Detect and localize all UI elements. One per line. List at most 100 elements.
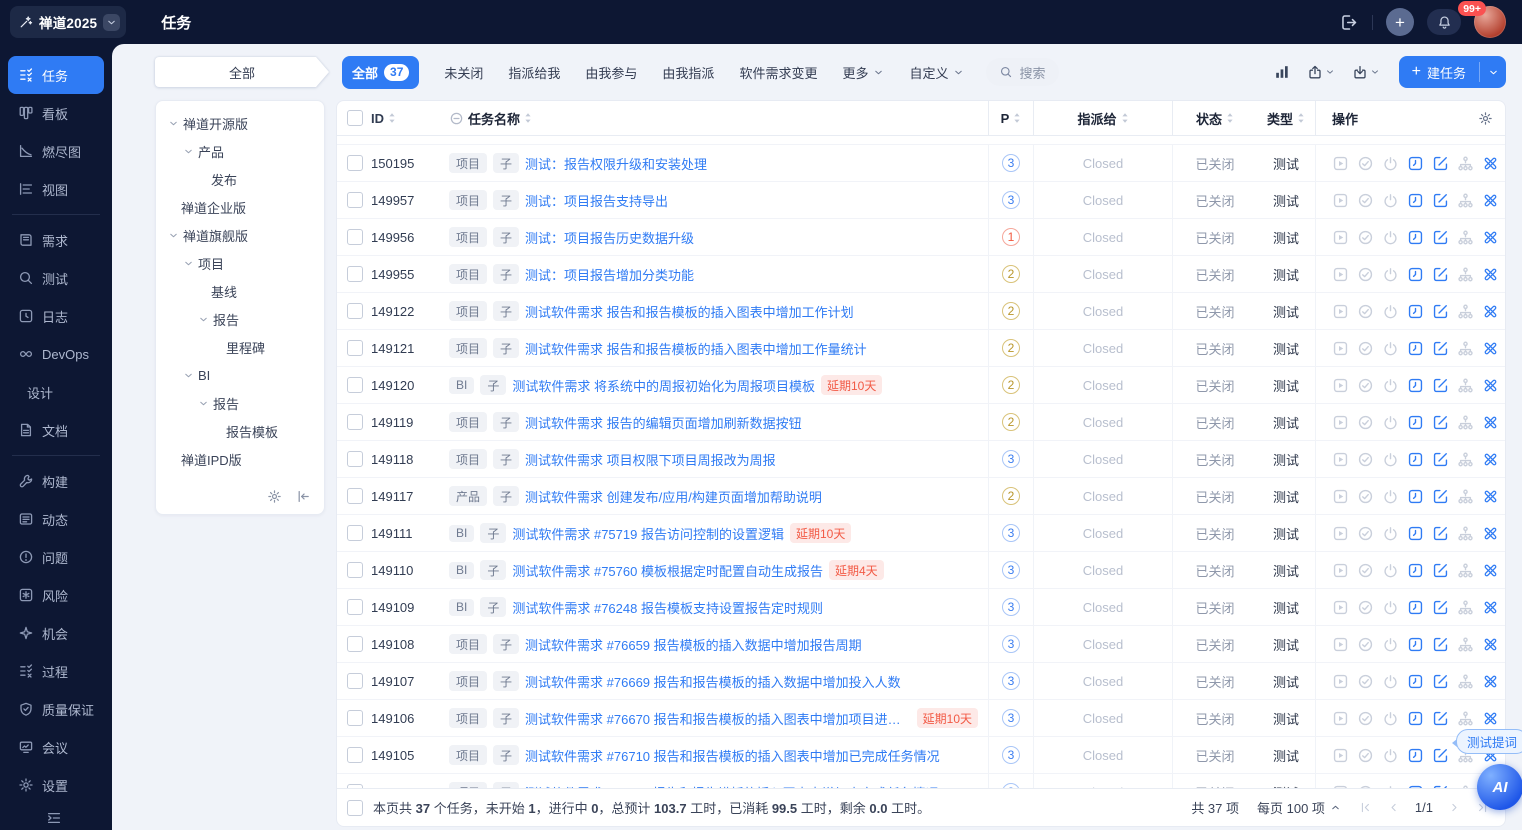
task-name-link[interactable]: 测试软件需求 #76248 报告模板支持设置报告定时规则	[512, 598, 823, 617]
export-button[interactable]	[1307, 64, 1335, 80]
table-row[interactable]: 149121 项目 子 测试软件需求 报告和报告模板的插入图表中增加工作量统计 …	[337, 330, 1505, 367]
task-name-link[interactable]: 测试：项目报告历史数据升级	[525, 228, 694, 247]
crossed-tools-icon[interactable]	[1482, 488, 1499, 505]
log-effort-icon[interactable]	[1407, 377, 1424, 394]
log-effort-icon[interactable]	[1407, 229, 1424, 246]
task-name-link[interactable]: 测试软件需求 #75719 报告访问控制的设置逻辑	[512, 524, 784, 543]
tree-item[interactable]: BI	[156, 361, 324, 389]
close-task-icon[interactable]	[1382, 229, 1399, 246]
notifications-button[interactable]	[1427, 9, 1461, 35]
row-checkbox[interactable]	[347, 192, 363, 208]
global-add-button[interactable]: +	[1386, 8, 1414, 36]
edit-task-icon[interactable]	[1432, 155, 1449, 172]
sidebar-item-issue[interactable]: 问题	[0, 538, 112, 576]
task-name-link[interactable]: 测试：报告权限升级和安装处理	[525, 154, 707, 173]
finish-task-icon[interactable]	[1357, 451, 1374, 468]
sidebar-item-story[interactable]: 需求	[0, 221, 112, 259]
start-task-icon[interactable]	[1332, 451, 1349, 468]
tree-item[interactable]: 里程碑	[156, 333, 324, 361]
close-task-icon[interactable]	[1382, 266, 1399, 283]
select-all-checkbox[interactable]	[347, 110, 363, 126]
create-subtask-icon[interactable]	[1457, 599, 1474, 616]
edit-task-icon[interactable]	[1432, 747, 1449, 764]
close-task-icon[interactable]	[1382, 747, 1399, 764]
sidebar-item-test[interactable]: 测试	[0, 259, 112, 297]
sidebar-item-views[interactable]: 视图	[0, 170, 112, 208]
import-button[interactable]	[1352, 64, 1380, 80]
sort-icon[interactable]	[1013, 111, 1021, 125]
create-subtask-icon[interactable]	[1457, 303, 1474, 320]
finish-task-icon[interactable]	[1357, 266, 1374, 283]
edit-task-icon[interactable]	[1432, 229, 1449, 246]
crossed-tools-icon[interactable]	[1482, 229, 1499, 246]
close-task-icon[interactable]	[1382, 414, 1399, 431]
first-page-icon[interactable]	[1359, 801, 1372, 814]
row-checkbox[interactable]	[347, 525, 363, 541]
start-task-icon[interactable]	[1332, 377, 1349, 394]
create-subtask-icon[interactable]	[1457, 340, 1474, 357]
tree-item[interactable]: 产品	[156, 137, 324, 165]
table-row[interactable]: 149118 项目 子 测试软件需求 项目权限下项目周报改为周报 3 Close…	[337, 441, 1505, 478]
start-task-icon[interactable]	[1332, 155, 1349, 172]
table-row[interactable]: 149956 项目 子 测试：项目报告历史数据升级 1 Closed 已关闭 测…	[337, 219, 1505, 256]
create-subtask-icon[interactable]	[1457, 451, 1474, 468]
crossed-tools-icon[interactable]	[1482, 710, 1499, 727]
create-subtask-icon[interactable]	[1457, 377, 1474, 394]
row-checkbox[interactable]	[347, 377, 363, 393]
edit-task-icon[interactable]	[1432, 599, 1449, 616]
task-name-link[interactable]: 测试软件需求 #76669 报告和报告模板的插入数据中增加投入人数	[525, 672, 901, 691]
create-subtask-icon[interactable]	[1457, 192, 1474, 209]
finish-task-icon[interactable]	[1357, 562, 1374, 579]
sidebar-item-doc[interactable]: 文档	[0, 411, 112, 449]
start-task-icon[interactable]	[1332, 636, 1349, 653]
edit-task-icon[interactable]	[1432, 192, 1449, 209]
edit-task-icon[interactable]	[1432, 451, 1449, 468]
close-task-icon[interactable]	[1382, 710, 1399, 727]
crossed-tools-icon[interactable]	[1482, 303, 1499, 320]
table-row[interactable]: 149120 BI 子 测试软件需求 将系统中的周报初始化为周报项目模板 延期1…	[337, 367, 1505, 404]
task-name-link[interactable]: 测试软件需求 #75760 模板根据定时配置自动生成报告	[512, 561, 823, 580]
task-name-link[interactable]: 测试软件需求 报告的编辑页面增加刷新数据按钮	[525, 413, 802, 432]
task-name-link[interactable]: 测试软件需求 报告和报告模板的插入图表中增加工作量统计	[525, 339, 867, 358]
create-task-dropdown[interactable]	[1480, 56, 1506, 88]
finish-task-icon[interactable]	[1357, 155, 1374, 172]
table-row[interactable]: 149117 产品 子 测试软件需求 创建发布/应用/构建页面增加帮助说明 2 …	[337, 478, 1505, 515]
filter-tab[interactable]: 由我指派	[662, 63, 714, 82]
log-effort-icon[interactable]	[1407, 155, 1424, 172]
finish-task-icon[interactable]	[1357, 377, 1374, 394]
sidebar-item-kanban[interactable]: 看板	[0, 94, 112, 132]
filter-tab[interactable]: 指派给我	[508, 63, 560, 82]
edit-task-icon[interactable]	[1432, 673, 1449, 690]
crossed-tools-icon[interactable]	[1482, 340, 1499, 357]
task-name-link[interactable]: 测试：项目报告支持导出	[525, 191, 668, 210]
create-subtask-icon[interactable]	[1457, 525, 1474, 542]
tree-settings-icon[interactable]	[267, 489, 282, 504]
product-switcher[interactable]: 禅道2025	[10, 6, 127, 38]
next-page-icon[interactable]	[1448, 801, 1461, 814]
close-task-icon[interactable]	[1382, 303, 1399, 320]
finish-task-icon[interactable]	[1357, 192, 1374, 209]
table-row[interactable]: 149106 项目 子 测试软件需求 #76670 报告和报告模板的插入图表中增…	[337, 700, 1505, 737]
finish-task-icon[interactable]	[1357, 414, 1374, 431]
start-task-icon[interactable]	[1332, 192, 1349, 209]
prev-page-icon[interactable]	[1387, 801, 1400, 814]
search-input[interactable]: 搜索	[986, 58, 1059, 86]
task-name-link[interactable]: 测试软件需求 #76710 报告和报告模板的插入图表中增加已完成任务情况	[525, 746, 940, 765]
sort-icon[interactable]	[1121, 111, 1129, 125]
create-subtask-icon[interactable]	[1457, 562, 1474, 579]
footer-checkbox[interactable]	[347, 799, 363, 816]
create-subtask-icon[interactable]	[1457, 710, 1474, 727]
table-row[interactable]: 149104 项目 子 测试软件需求 #76711 报告和报告模板的插入图表中增…	[337, 774, 1505, 788]
chart-view-icon[interactable]	[1274, 64, 1290, 80]
edit-task-icon[interactable]	[1432, 525, 1449, 542]
filter-tab[interactable]: 未关闭	[444, 63, 483, 82]
crossed-tools-icon[interactable]	[1482, 451, 1499, 468]
task-name-link[interactable]: 测试软件需求 #76659 报告模板的插入数据中增加报告周期	[525, 635, 862, 654]
task-name-link[interactable]: 测试软件需求 将系统中的周报初始化为周报项目模板	[512, 376, 815, 395]
sidebar-item-build[interactable]: 构建	[0, 462, 112, 500]
close-task-icon[interactable]	[1382, 673, 1399, 690]
row-checkbox[interactable]	[347, 636, 363, 652]
row-checkbox[interactable]	[347, 710, 363, 726]
finish-task-icon[interactable]	[1357, 488, 1374, 505]
sort-icon[interactable]	[388, 111, 396, 125]
